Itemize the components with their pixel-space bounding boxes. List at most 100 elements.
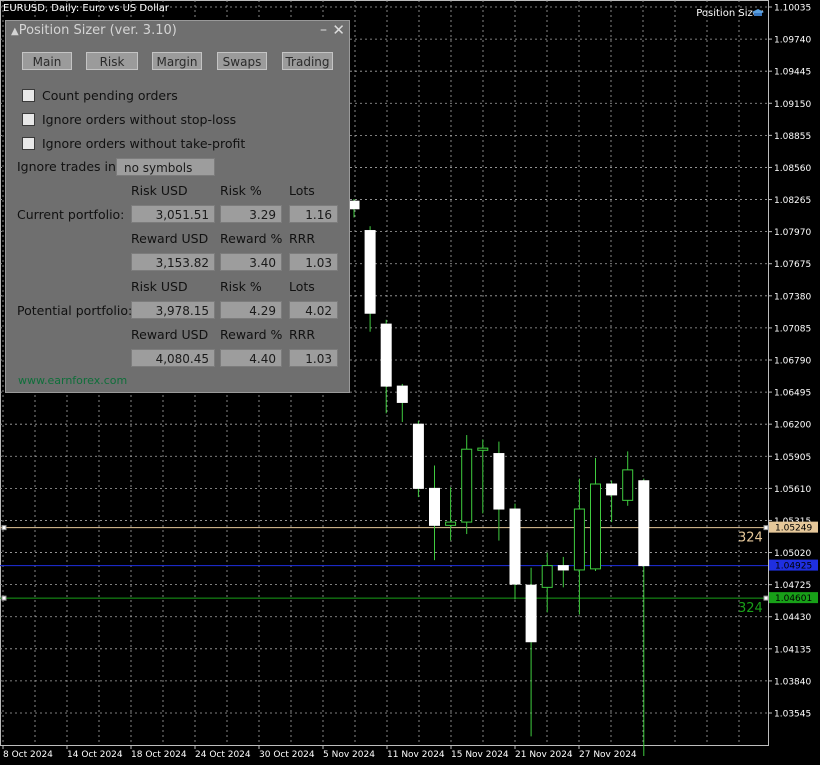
current-rrr: 1.03 (289, 253, 338, 271)
stop-loss-handle-right (763, 595, 769, 601)
potential-portfolio-label: Potential portfolio: (17, 303, 133, 318)
y-tick-label: 1.09740 (774, 36, 811, 46)
potential-lots: 4.02 (289, 301, 338, 319)
panel-title: ▲Position Sizer (ver. 3.10) (11, 23, 177, 38)
x-tick-label: 30 Oct 2024 (259, 750, 315, 760)
tab-margin[interactable]: Margin (152, 52, 202, 70)
potential-risk-usd: 3,978.15 (131, 301, 215, 319)
candle-body (477, 447, 489, 451)
current-portfolio-label: Current portfolio: (17, 207, 125, 222)
checkbox-label: Ignore orders without take-profit (42, 136, 246, 151)
y-tick-label: 1.09150 (774, 100, 811, 110)
minimize-button[interactable]: – (320, 22, 327, 38)
potential-reward-pct: 4.40 (220, 349, 282, 367)
candle-body (622, 469, 634, 501)
candle-body (638, 480, 650, 567)
candle-body (348, 200, 360, 210)
header-risk-usd: Risk USD (131, 183, 188, 198)
take-profit-price-label: 1.05249 (775, 524, 812, 534)
tab-swaps[interactable]: Swaps (217, 52, 267, 70)
tab-trading[interactable]: Trading (282, 52, 333, 70)
x-tick-label: 8 Oct 2024 (3, 750, 53, 760)
y-tick-label: 1.06790 (774, 357, 811, 367)
ignore-trades-field[interactable]: no symbols (116, 158, 215, 176)
y-tick-label: 1.07085 (774, 324, 811, 334)
checkbox-box[interactable] (22, 89, 35, 102)
y-tick-label: 1.07970 (774, 228, 811, 238)
stop-loss-handle-left (1, 595, 7, 601)
potential-reward-usd: 4,080.45 (131, 349, 215, 367)
potential-rrr: 1.03 (289, 349, 338, 367)
y-tick-label: 1.08855 (774, 132, 811, 142)
y-tick-label: 1.05905 (774, 453, 811, 463)
y-tick-label: 1.06200 (774, 421, 811, 431)
candle-body (573, 508, 585, 571)
candle-body (509, 508, 521, 585)
x-tick-label: 24 Oct 2024 (195, 750, 251, 760)
checkbox-box[interactable] (22, 113, 35, 126)
collapse-arrow-icon[interactable]: ▲ (11, 26, 19, 37)
current-reward-pct: 3.40 (220, 253, 282, 271)
y-tick-label: 1.08560 (774, 164, 811, 174)
hat-icon[interactable] (751, 7, 765, 17)
take-profit-points-label: 324 (738, 531, 763, 546)
x-tick-label: 5 Nov 2024 (323, 750, 375, 760)
header-risk-pct: Risk % (220, 183, 262, 198)
candle-body (429, 487, 440, 526)
candle-body (590, 483, 601, 570)
candle-body (380, 323, 392, 387)
y-tick-label: 1.03840 (774, 677, 811, 687)
y-tick-label: 1.05610 (774, 485, 811, 495)
tab-risk[interactable]: Risk (86, 52, 138, 70)
checkbox-box[interactable] (22, 137, 35, 150)
stop-loss-price-label: 1.04601 (775, 594, 812, 604)
y-tick-label: 1.03545 (774, 710, 811, 720)
checkbox-label: Ignore orders without stop-loss (42, 112, 237, 127)
candle-body (364, 230, 376, 314)
candle-body (606, 483, 618, 496)
x-tick-label: 14 Oct 2024 (67, 750, 123, 760)
y-tick-label: 1.07675 (774, 260, 811, 270)
checkbox-label: Count pending orders (42, 88, 178, 103)
header-risk-usd: Risk USD (131, 279, 188, 294)
candle-body (412, 423, 424, 489)
y-tick-label: 1.09445 (774, 68, 811, 78)
candle-body (557, 565, 569, 571)
y-tick-label: 1.04135 (774, 645, 811, 655)
close-button[interactable]: ✕ (332, 21, 345, 39)
header-reward-usd: Reward USD (131, 327, 209, 342)
header-rrr: RRR (289, 231, 316, 246)
y-tick-label: 1.04725 (774, 581, 811, 591)
x-tick-label: 18 Oct 2024 (131, 750, 187, 760)
y-tick-label: 1.05020 (774, 549, 811, 559)
current-reward-usd: 3,153.82 (131, 253, 215, 271)
candle-body (461, 448, 473, 523)
take-profit-handle-right (763, 525, 769, 531)
candle-body (493, 453, 505, 510)
x-tick-label: 27 Nov 2024 (579, 750, 637, 760)
website-link[interactable]: www.earnforex.com (18, 374, 127, 387)
ignore-trades-label: Ignore trades in (17, 159, 116, 174)
header-lots: Lots (289, 279, 315, 294)
take-profit-handle-left (1, 525, 7, 531)
y-tick-label: 1.06495 (774, 389, 811, 399)
current-lots: 1.16 (289, 205, 338, 223)
y-tick-label: 1.08265 (774, 196, 811, 206)
x-tick-label: 11 Nov 2024 (387, 750, 445, 760)
stop-loss-points-label: 324 (738, 601, 763, 616)
header-reward-pct: Reward % (220, 327, 283, 342)
header-reward-pct: Reward % (220, 231, 283, 246)
candle-body (525, 584, 537, 643)
potential-risk-pct: 4.29 (220, 301, 282, 319)
candle-body (541, 565, 553, 588)
entry-price-label: 1.04925 (775, 562, 812, 572)
tab-main[interactable]: Main (22, 52, 72, 70)
candle-body (396, 385, 408, 403)
header-risk-pct: Risk % (220, 279, 262, 294)
y-tick-label: 1.10035 (774, 4, 811, 14)
x-tick-label: 15 Nov 2024 (451, 750, 509, 760)
y-tick-label: 1.07380 (774, 292, 811, 302)
header-reward-usd: Reward USD (131, 231, 209, 246)
header-rrr: RRR (289, 327, 316, 342)
current-risk-usd: 3,051.51 (131, 205, 215, 223)
